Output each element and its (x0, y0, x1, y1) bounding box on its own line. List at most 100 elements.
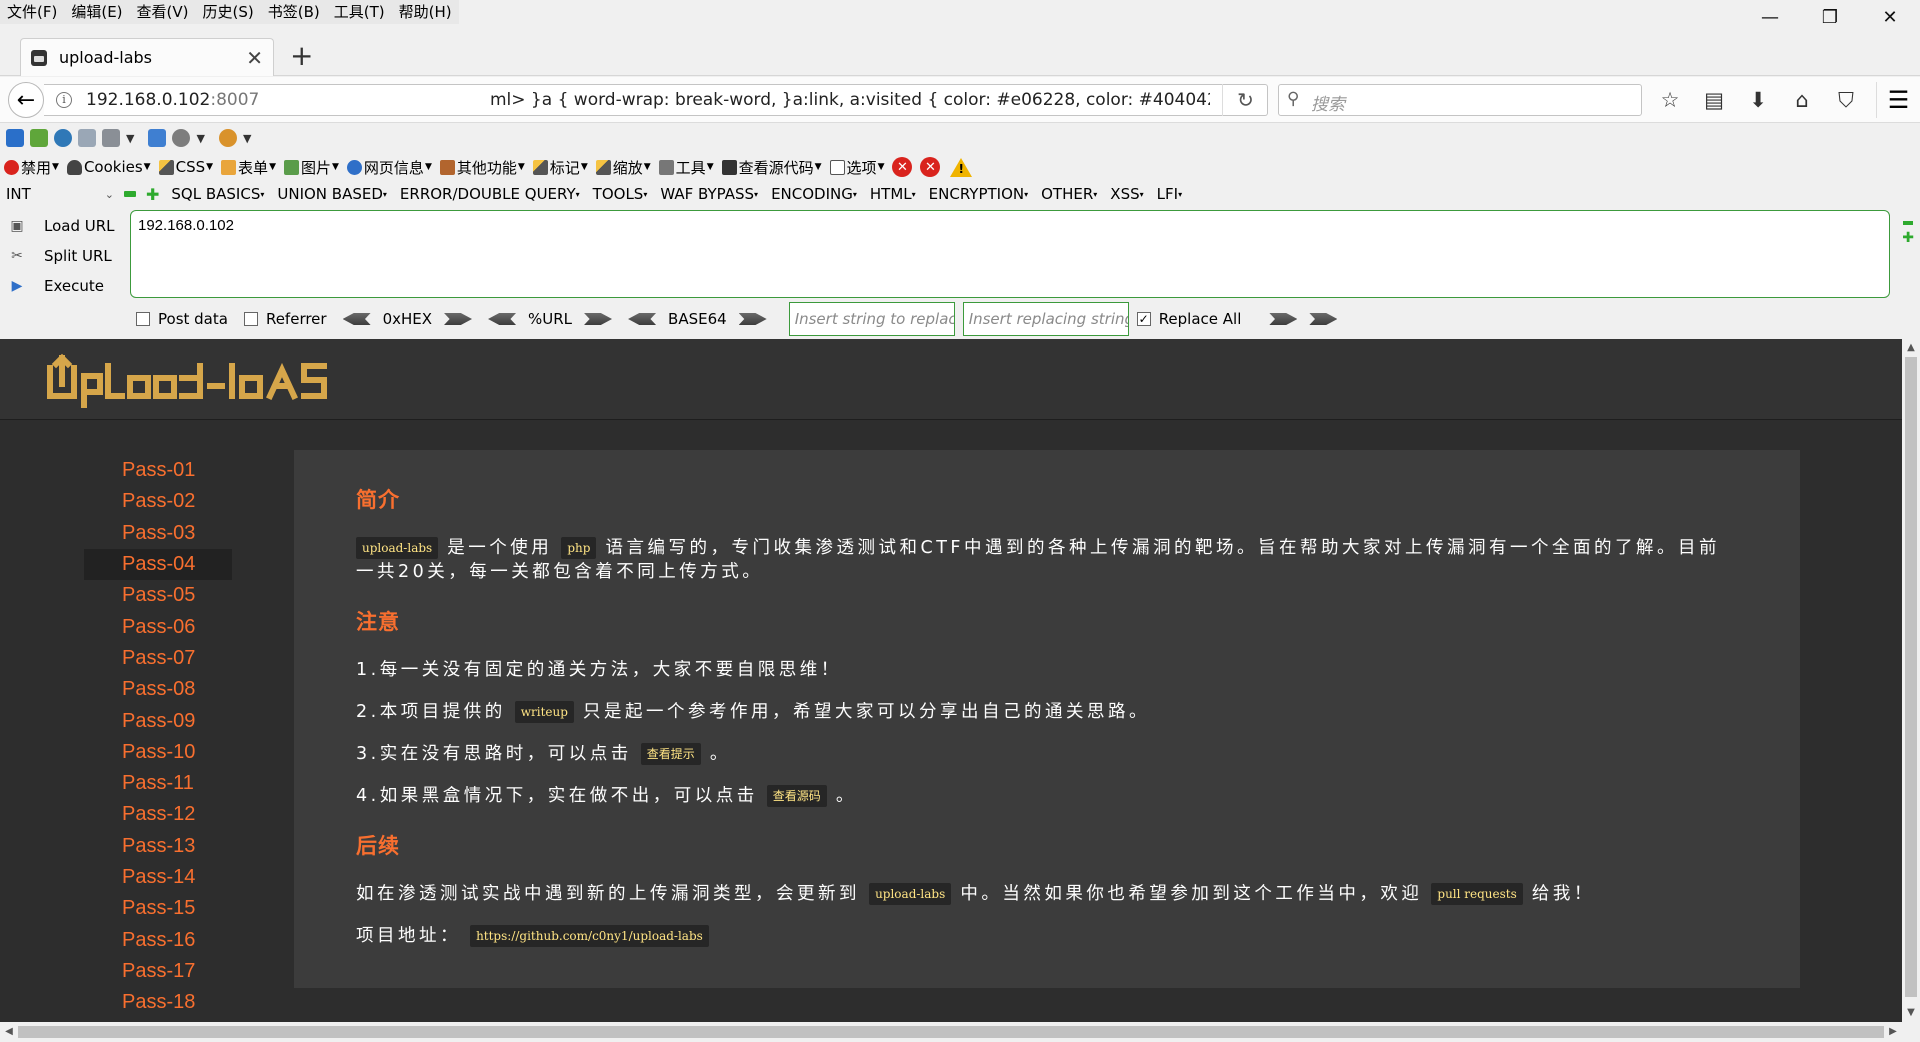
replace-all-checkbox[interactable]: ✓ Replace All (1136, 310, 1241, 328)
new-tab-button[interactable]: + (290, 40, 313, 72)
hackbar-menu-waf-bypass[interactable]: WAF BYPASS▾ (660, 185, 758, 203)
replace-arrow-icon[interactable] (1309, 313, 1338, 325)
hackbar-menu-error-double-query[interactable]: ERROR/DOUBLE QUERY▾ (400, 185, 580, 203)
plus-icon[interactable]: ✚ (1902, 231, 1914, 245)
encode-arrow-icon[interactable] (628, 313, 657, 325)
split-url-button[interactable]: ✂ Split URL (0, 241, 128, 271)
minus-icon[interactable] (1903, 221, 1914, 225)
sidebar-item-pass-06[interactable]: Pass-06 (84, 611, 232, 642)
sidebar-item-pass-17[interactable]: Pass-17 (84, 956, 232, 987)
minimize-button[interactable]: — (1740, 0, 1800, 34)
menu-history[interactable]: 历史(S) (196, 0, 261, 24)
view-hint-link[interactable]: 查看提示 (640, 743, 701, 765)
sidebar-item-pass-16[interactable]: Pass-16 (84, 924, 232, 955)
extension-tool-icon[interactable] (102, 129, 120, 147)
sidebar-item-pass-11[interactable]: Pass-11 (84, 768, 232, 799)
webdev-cookies[interactable]: Cookies ▼ (66, 158, 151, 176)
view-source-link[interactable]: 查看源码 (766, 785, 827, 807)
scroll-up-icon[interactable]: ▲ (1902, 339, 1920, 357)
webdev-options[interactable]: 选项 ▼ (829, 157, 884, 178)
type-select[interactable]: INT ⌄ (6, 182, 118, 206)
sidebar-item-pass-04[interactable]: Pass-04 (84, 548, 232, 581)
menu-edit[interactable]: 编辑(E) (64, 0, 129, 24)
horizontal-scrollbar[interactable]: ◀ ▶ (0, 1022, 1902, 1042)
github-link[interactable]: https://github.com/c0ny1/upload-labs (470, 925, 709, 947)
reading-list-icon[interactable]: ▤ (1692, 82, 1736, 118)
extension-network-icon[interactable] (148, 129, 167, 147)
replace-arrow-icon[interactable] (1269, 313, 1298, 325)
tab-upload-labs[interactable]: upload-labs ✕ (20, 38, 274, 76)
close-window-button[interactable]: ✕ (1860, 0, 1920, 34)
chevron-down-icon[interactable]: ▼ (243, 132, 251, 145)
sidebar-item-pass-18[interactable]: Pass-18 (84, 987, 232, 1018)
search-input[interactable]: ⚲ 搜索 (1278, 84, 1642, 116)
scroll-right-icon[interactable]: ▶ (1884, 1022, 1902, 1042)
sidebar-item-pass-01[interactable]: Pass-01 (84, 455, 232, 486)
menu-file[interactable]: 文件(F) (0, 0, 64, 24)
sidebar-item-pass-12[interactable]: Pass-12 (84, 799, 232, 830)
webdev-misc[interactable]: 其他功能 ▼ (439, 157, 525, 178)
reload-button[interactable]: ↻ (1222, 84, 1268, 116)
download-icon[interactable]: ⬇ (1736, 82, 1780, 118)
horizontal-scroll-thumb[interactable] (18, 1026, 1884, 1038)
sidebar-item-pass-05[interactable]: Pass-05 (84, 580, 232, 611)
extension-search-icon[interactable] (78, 129, 96, 147)
address-bar[interactable]: i 192.168.0.102:8007 ml> }a { word-wrap:… (44, 84, 1268, 116)
extension-gear-icon[interactable] (172, 129, 191, 147)
extension-monkey-icon[interactable] (218, 129, 237, 147)
sidebar-item-pass-13[interactable]: Pass-13 (84, 831, 232, 862)
webdev-outline[interactable]: 标记 ▼ (532, 157, 588, 178)
load-url-button[interactable]: ▣ Load URL (0, 211, 128, 241)
error-icon[interactable]: ✕ (920, 157, 941, 177)
hackbar-menu-tools[interactable]: TOOLS▾ (593, 185, 648, 203)
menu-help[interactable]: 帮助(H) (392, 0, 459, 24)
sidebar-item-pass-02[interactable]: Pass-02 (84, 486, 232, 517)
hackbar-menu-html[interactable]: HTML▾ (870, 185, 916, 203)
sidebar-item-pass-10[interactable]: Pass-10 (84, 737, 232, 768)
sidebar-item-pass-14[interactable]: Pass-14 (84, 862, 232, 893)
extension-map-icon[interactable] (30, 129, 48, 147)
decode-arrow-icon[interactable] (444, 313, 473, 325)
hackbar-menu-other[interactable]: OTHER▾ (1041, 185, 1097, 203)
webdev-disable[interactable]: 禁用 ▼ (4, 157, 59, 178)
encode-arrow-icon[interactable] (488, 313, 517, 325)
menu-view[interactable]: 查看(V) (130, 0, 196, 24)
execute-button[interactable]: ▶ Execute (0, 271, 128, 301)
plus-icon[interactable]: ✚ (146, 185, 159, 204)
vertical-scrollbar[interactable]: ▲ ▼ (1902, 339, 1920, 1022)
bookmark-star-icon[interactable]: ☆ (1648, 82, 1692, 118)
sidebar-item-pass-08[interactable]: Pass-08 (84, 674, 232, 705)
hackbar-menu-xss[interactable]: XSS▾ (1110, 185, 1143, 203)
warning-icon[interactable]: ! (950, 157, 973, 177)
sidebar-item-pass-07[interactable]: Pass-07 (84, 643, 232, 674)
scroll-down-icon[interactable]: ▼ (1902, 1004, 1920, 1022)
hackbar-url-textarea[interactable]: 192.168.0.102 (130, 210, 1890, 298)
tab-close-icon[interactable]: ✕ (246, 46, 263, 70)
referrer-checkbox[interactable]: Referrer (243, 310, 327, 328)
extension-bird-icon[interactable] (6, 129, 24, 147)
hackbar-menu-sql-basics[interactable]: SQL BASICS▾ (171, 185, 264, 203)
error-icon[interactable]: ✕ (892, 157, 913, 177)
hackbar-menu-encoding[interactable]: ENCODING▾ (771, 185, 857, 203)
sidebar-item-pass-03[interactable]: Pass-03 (84, 518, 232, 549)
minus-icon[interactable] (124, 191, 136, 197)
webdev-view-source[interactable]: 查看源代码 ▼ (721, 157, 822, 178)
chevron-down-icon[interactable]: ▼ (126, 132, 134, 145)
sidebar-item-pass-09[interactable]: Pass-09 (84, 705, 232, 736)
webdev-page-info[interactable]: 网页信息 ▼ (346, 157, 432, 178)
scroll-left-icon[interactable]: ◀ (0, 1022, 18, 1042)
pocket-icon[interactable]: ⛉ (1824, 82, 1868, 118)
decode-arrow-icon[interactable] (738, 313, 767, 325)
sidebar-item-pass-15[interactable]: Pass-15 (84, 893, 232, 924)
menu-tools[interactable]: 工具(T) (327, 0, 392, 24)
hackbar-menu-lfi[interactable]: LFI▾ (1157, 185, 1182, 203)
post-data-checkbox[interactable]: Post data (136, 310, 228, 328)
encode-arrow-icon[interactable] (342, 313, 371, 325)
hamburger-menu-icon[interactable]: ☰ (1876, 82, 1920, 118)
menu-bookmarks[interactable]: 书签(B) (261, 0, 327, 24)
vertical-scroll-thumb[interactable] (1905, 357, 1917, 997)
upload-labs-logo[interactable] (44, 352, 344, 408)
hackbar-menu-encryption[interactable]: ENCRYPTION▾ (929, 185, 1028, 203)
webdev-tools[interactable]: 工具 ▼ (658, 157, 714, 178)
chevron-down-icon[interactable]: ▼ (196, 132, 204, 145)
